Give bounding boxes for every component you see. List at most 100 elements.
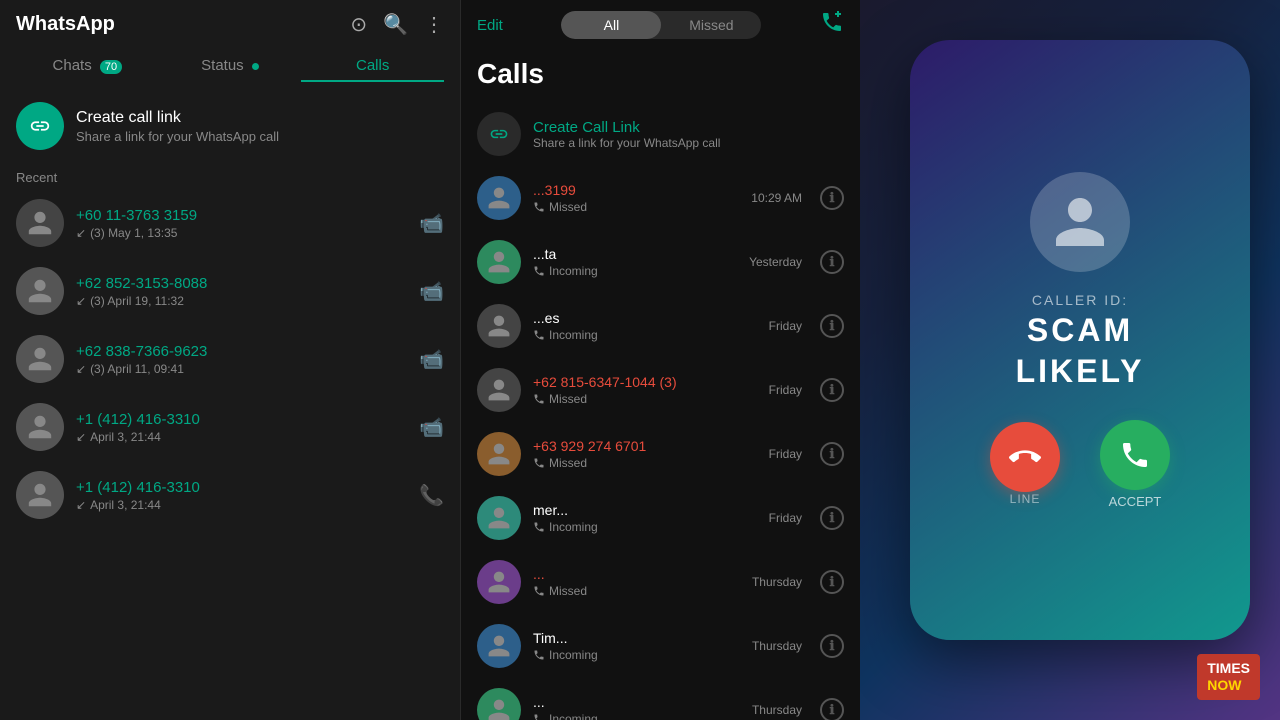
caller-id-text: CALLER ID: SCAM LIKELY	[1016, 292, 1145, 390]
header: WhatsApp ⊙ 🔍 ⋮	[0, 0, 460, 49]
times-now-badge: TIMES NOW	[1197, 654, 1260, 700]
recent-detail: ↙(3) May 1, 13:35	[76, 226, 407, 240]
create-call-link-item[interactable]: Create call link Share a link for your W…	[0, 90, 460, 162]
recent-detail: ↙(3) April 19, 11:32	[76, 294, 407, 308]
call-avatar	[477, 240, 521, 284]
call-avatar	[477, 688, 521, 720]
add-call-button[interactable]	[820, 10, 844, 40]
caller-person-icon	[1050, 192, 1110, 252]
person-icon	[486, 441, 512, 467]
tab-chats[interactable]: Chats 70	[16, 49, 159, 82]
phone-icon	[533, 201, 545, 213]
background-panel: CALLER ID: SCAM LIKELY LINE	[860, 0, 1280, 720]
call-time: Thursday	[752, 575, 802, 589]
call-status: Incoming	[533, 264, 737, 278]
call-item[interactable]: ... Missed Thursday ℹ	[461, 550, 860, 614]
person-icon	[26, 481, 54, 509]
decline-button-wrap: LINE	[990, 422, 1060, 506]
call-item[interactable]: +62 815-6347-1044 (3) Missed Friday ℹ	[461, 358, 860, 422]
recent-name: +60 11-3763 3159	[76, 207, 407, 224]
camera-icon[interactable]: ⊙	[350, 12, 367, 37]
phone-call-icon[interactable]: 📞	[419, 483, 444, 508]
avatar	[16, 335, 64, 383]
recent-item[interactable]: +62 838-7366-9623 ↙(3) April 11, 09:41 📹	[0, 325, 460, 393]
call-status: Missed	[533, 456, 757, 470]
call-info-button[interactable]: ℹ	[820, 698, 844, 720]
decline-call-button[interactable]	[990, 422, 1060, 492]
call-name: ...ta	[533, 246, 737, 262]
person-icon	[486, 185, 512, 211]
call-info-button[interactable]: ℹ	[820, 634, 844, 658]
decline-label: LINE	[990, 492, 1060, 506]
accept-call-button[interactable]	[1100, 420, 1170, 490]
menu-icon[interactable]: ⋮	[424, 12, 444, 37]
calls-title: Calls	[461, 50, 860, 102]
filter-all-button[interactable]: All	[561, 11, 661, 39]
recent-item[interactable]: +62 852-3153-8088 ↙(3) April 19, 11:32 📹	[0, 257, 460, 325]
scam-text: SCAM	[1016, 312, 1145, 349]
person-icon	[26, 413, 54, 441]
person-icon	[26, 277, 54, 305]
call-status: Missed	[533, 584, 740, 598]
chats-label: Chats	[53, 57, 92, 74]
call-info-button[interactable]: ℹ	[820, 442, 844, 466]
video-call-icon[interactable]: 📹	[419, 279, 444, 304]
avatar	[16, 199, 64, 247]
recent-item[interactable]: +1 (412) 416-3310 ↙April 3, 21:44 📹	[0, 393, 460, 461]
phone-icon	[533, 649, 545, 661]
call-info-button[interactable]: ℹ	[820, 314, 844, 338]
call-time: Thursday	[752, 703, 802, 717]
calls-link-text: Create Call Link Share a link for your W…	[533, 119, 720, 150]
accept-icon	[1119, 439, 1151, 471]
call-info: ... Missed	[533, 566, 740, 598]
calls-create-link[interactable]: Create Call Link Share a link for your W…	[461, 102, 860, 166]
recent-info: +1 (412) 416-3310 ↙April 3, 21:44	[76, 411, 407, 444]
tab-status[interactable]: Status	[159, 49, 302, 82]
recent-item[interactable]: +60 11-3763 3159 ↙(3) May 1, 13:35 📹	[0, 189, 460, 257]
phone-icon	[533, 457, 545, 469]
edit-button[interactable]: Edit	[477, 17, 503, 34]
call-info: +62 815-6347-1044 (3) Missed	[533, 374, 757, 406]
link-svg-icon	[29, 115, 51, 137]
person-icon	[486, 633, 512, 659]
call-info-button[interactable]: ℹ	[820, 506, 844, 530]
recent-item[interactable]: +1 (412) 416-3310 ↙April 3, 21:44 📞	[0, 461, 460, 529]
call-item[interactable]: ...3199 Missed 10:29 AM ℹ	[461, 166, 860, 230]
create-link-text: Create call link Share a link for your W…	[76, 109, 279, 144]
person-icon	[26, 209, 54, 237]
create-link-title: Create call link	[76, 109, 279, 127]
recent-calls-list: +60 11-3763 3159 ↙(3) May 1, 13:35 📹 +62…	[0, 189, 460, 720]
chats-badge: 70	[100, 60, 122, 74]
video-call-icon[interactable]: 📹	[419, 211, 444, 236]
video-call-icon[interactable]: 📹	[419, 347, 444, 372]
call-name: ...3199	[533, 182, 739, 198]
recent-name: +62 838-7366-9623	[76, 343, 407, 360]
call-info-button[interactable]: ℹ	[820, 378, 844, 402]
recent-name: +62 852-3153-8088	[76, 275, 407, 292]
call-item[interactable]: Tim... Incoming Thursday ℹ	[461, 614, 860, 678]
person-icon	[486, 377, 512, 403]
call-item[interactable]: ...es Incoming Friday ℹ	[461, 294, 860, 358]
recent-info: +1 (412) 416-3310 ↙April 3, 21:44	[76, 479, 407, 512]
person-icon	[26, 345, 54, 373]
tab-calls[interactable]: Calls	[301, 49, 444, 82]
add-call-icon	[820, 10, 844, 34]
create-link-subtitle: Share a link for your WhatsApp call	[76, 129, 279, 144]
call-item[interactable]: ...ta Incoming Yesterday ℹ	[461, 230, 860, 294]
call-item[interactable]: mer... Incoming Friday ℹ	[461, 486, 860, 550]
person-icon	[486, 569, 512, 595]
search-icon[interactable]: 🔍	[383, 12, 408, 37]
call-item[interactable]: ... Incoming Thursday ℹ	[461, 678, 860, 720]
call-status: Incoming	[533, 648, 740, 662]
caller-id-label: CALLER ID:	[1016, 292, 1145, 308]
call-info-button[interactable]: ℹ	[820, 570, 844, 594]
video-call-icon[interactable]: 📹	[419, 415, 444, 440]
call-item[interactable]: +63 929 274 6701 Missed Friday ℹ	[461, 422, 860, 486]
filter-missed-button[interactable]: Missed	[661, 11, 761, 39]
call-avatar	[477, 560, 521, 604]
avatar	[16, 267, 64, 315]
call-info-button[interactable]: ℹ	[820, 250, 844, 274]
left-panel: WhatsApp ⊙ 🔍 ⋮ Chats 70 Status Calls Cre…	[0, 0, 460, 720]
recent-name: +1 (412) 416-3310	[76, 479, 407, 496]
call-info-button[interactable]: ℹ	[820, 186, 844, 210]
